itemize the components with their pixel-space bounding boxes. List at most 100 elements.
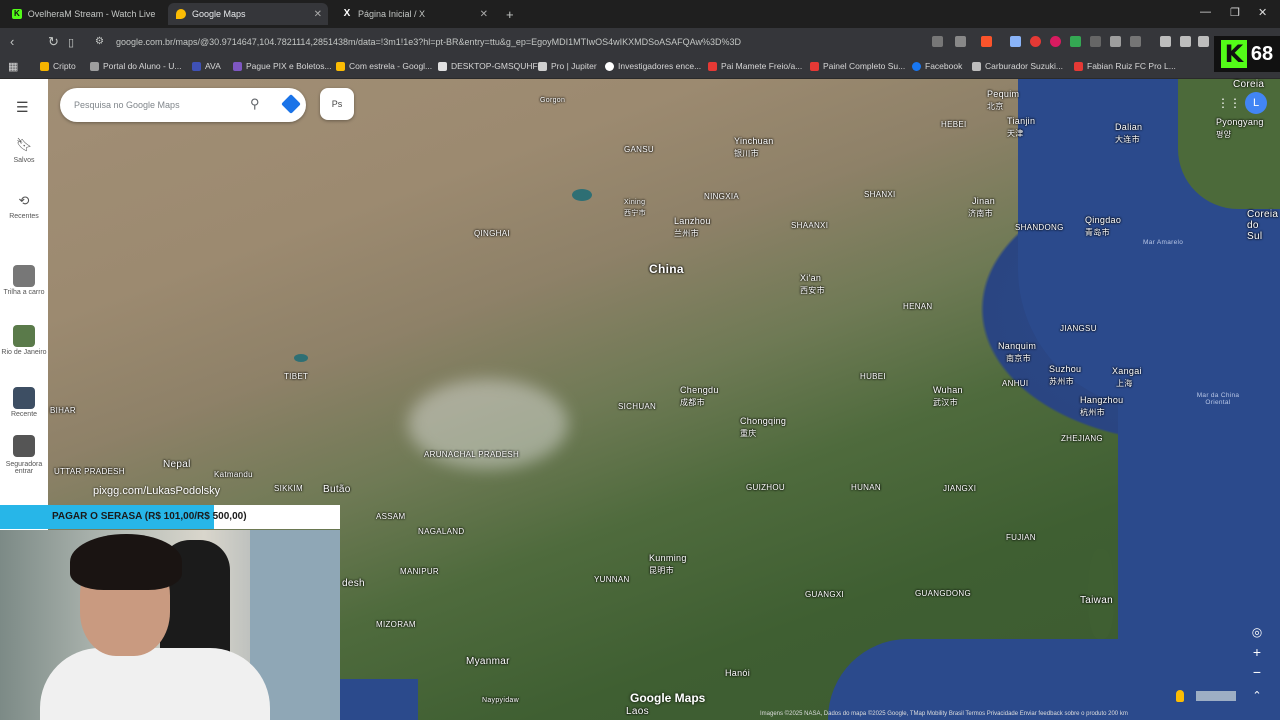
lake-icon	[294, 354, 308, 362]
menu-icon[interactable]: ☰	[16, 99, 29, 116]
account-avatar[interactable]: L	[1245, 92, 1267, 114]
site-icon	[972, 61, 981, 71]
country-label: Nepal	[163, 459, 191, 470]
bookmark-item[interactable]: Fabian Ruiz FC Pro L...	[1074, 61, 1176, 71]
bookmark-page-icon[interactable]: ▯	[68, 36, 74, 49]
expand-icon[interactable]: ⌃	[1247, 686, 1267, 706]
google-apps-icon[interactable]: ⋮⋮	[1217, 96, 1241, 110]
recent-place-thumb[interactable]	[13, 387, 35, 409]
city-cn-label: 西安市	[800, 286, 825, 295]
extension-gray-icon[interactable]	[1090, 36, 1101, 47]
bookmark-item[interactable]: Investigadores ence...	[605, 61, 701, 71]
bookmark-item[interactable]: Com estrela - Googl...	[336, 61, 432, 71]
saved-button[interactable]: 🔖︎ Salvos	[0, 137, 48, 164]
city-label: Xangai	[1112, 366, 1142, 376]
bookmarks-bar: ▦ Cripto Portal do Aluno - U... AVA Pagu…	[0, 56, 1280, 79]
bookmark-item[interactable]: AVA	[192, 61, 221, 71]
recent-place-thumb[interactable]	[13, 265, 35, 287]
install-app-icon[interactable]	[932, 36, 943, 47]
bookmark-item[interactable]: Cripto	[40, 61, 76, 71]
maps-pin-icon	[176, 9, 186, 19]
recent-place-thumb[interactable]	[13, 325, 35, 347]
bookmark-label: Pro | Jupiter	[551, 61, 597, 71]
province-label: YUNNAN	[594, 575, 630, 584]
bookmark-item[interactable]: Pague PIX e Boletos...	[233, 61, 332, 71]
city-label: Hanói	[725, 668, 751, 678]
south-china-sea-area	[828, 639, 1128, 720]
province-label: SHANXI	[864, 190, 896, 199]
filter-chip[interactable]: Ps	[320, 88, 354, 120]
layers-thumbnails[interactable]	[1196, 691, 1236, 701]
city-cn-label: 青岛市	[1085, 228, 1110, 237]
site-icon	[438, 61, 447, 71]
back-icon[interactable]: ‹	[10, 34, 14, 49]
bookmark-item[interactable]: Pro | Jupiter	[538, 61, 597, 71]
reload-icon[interactable]: ↻	[48, 34, 59, 50]
brave-shield-icon[interactable]	[981, 36, 992, 47]
sea-label: Mar da China Oriental	[1196, 392, 1240, 406]
directions-icon[interactable]	[281, 94, 301, 114]
pix-donation-text: pixgg.com/LukasPodolsky	[93, 485, 221, 497]
province-label: HENAN	[903, 302, 933, 311]
bookmark-label: Cripto	[53, 61, 76, 71]
sidebar-icon[interactable]	[1180, 36, 1191, 47]
bookmark-label: Portal do Aluno - U...	[103, 61, 182, 71]
maps-search-box[interactable]: Pesquisa no Google Maps ⚲	[60, 88, 306, 122]
province-label: HEBEI	[941, 120, 967, 129]
extensions-puzzle-icon[interactable]	[1110, 36, 1121, 47]
city-cn-label: 南京市	[1006, 354, 1031, 363]
url-field[interactable]: google.com.br/maps/@30.9714647,104.78211…	[116, 37, 741, 47]
tab-x-home[interactable]: X Página Inicial / X ✕	[334, 3, 494, 25]
extension-red-icon[interactable]	[1030, 36, 1041, 47]
facebook-icon	[912, 61, 921, 71]
bookmark-item[interactable]: Portal do Aluno - U...	[90, 61, 181, 71]
share-icon[interactable]	[955, 36, 966, 47]
tab-kick-stream[interactable]: K OvelheraM Stream - Watch Live on K	[4, 3, 164, 25]
province-label: JIANGSU	[1060, 324, 1097, 333]
browser-tab-strip: K OvelheraM Stream - Watch Live on K Goo…	[0, 0, 1280, 28]
search-icon[interactable]: ⚲	[250, 96, 260, 112]
country-label: Butão	[323, 484, 351, 495]
new-tab-button[interactable]: +	[498, 3, 518, 25]
close-tab-icon[interactable]: ✕	[314, 9, 322, 20]
bookmark-icon: 🔖︎	[15, 137, 33, 152]
reading-list-icon[interactable]	[1130, 36, 1141, 47]
bookmark-item[interactable]: Facebook	[912, 61, 962, 71]
maximize-icon[interactable]: ❐	[1230, 6, 1240, 19]
bookmark-label: Fabian Ruiz FC Pro L...	[1087, 61, 1176, 71]
extension-icon[interactable]	[1010, 36, 1021, 47]
site-icon	[708, 61, 717, 71]
bookmark-item[interactable]: DESKTOP-GMSQUHF	[438, 61, 538, 71]
bookmark-item[interactable]: Painel Completo Su...	[810, 61, 905, 71]
recent-button[interactable]: ⟲ Recentes	[0, 193, 48, 220]
province-label: GUANGDONG	[915, 589, 972, 598]
extension-play-icon[interactable]	[1070, 36, 1081, 47]
apps-grid-icon[interactable]: ▦	[8, 60, 18, 73]
tab-google-maps[interactable]: Google Maps ✕	[168, 3, 328, 25]
bookmark-label: Investigadores ence...	[618, 61, 702, 71]
close-window-icon[interactable]: ✕	[1258, 6, 1267, 19]
my-location-icon[interactable]: ◎	[1247, 622, 1267, 642]
streamer-hair	[70, 534, 182, 590]
zoom-out-button[interactable]: −	[1247, 662, 1267, 682]
media-control-icon[interactable]	[1160, 36, 1171, 47]
zoom-in-button[interactable]: +	[1247, 642, 1267, 662]
extension-pink-icon[interactable]	[1050, 36, 1061, 47]
bookmark-label: Com estrela - Googl...	[349, 61, 433, 71]
minimize-icon[interactable]: —	[1200, 6, 1211, 18]
bookmark-item[interactable]: Pai Mamete Freio/a...	[708, 61, 802, 71]
site-info-icon[interactable]: ⚙	[95, 36, 104, 47]
city-label: Gorgon	[540, 97, 566, 104]
download-icon[interactable]	[1198, 36, 1209, 47]
recent-place-thumb[interactable]	[13, 435, 35, 457]
close-tab-icon[interactable]: ✕	[480, 9, 488, 20]
bookmark-item[interactable]: Carburador Suzuki...	[972, 61, 1063, 71]
pegman-icon[interactable]	[1176, 690, 1184, 702]
province-label: HUBEI	[860, 372, 886, 381]
province-label: ARUNACHAL PRADESH	[424, 450, 520, 459]
search-input[interactable]: Pesquisa no Google Maps	[74, 100, 180, 110]
city-label: Nanquim	[998, 341, 1037, 351]
city-cn-label: 大连市	[1115, 135, 1140, 144]
city-label: Pequim	[987, 89, 1020, 99]
taiwan-island	[1088, 549, 1114, 639]
